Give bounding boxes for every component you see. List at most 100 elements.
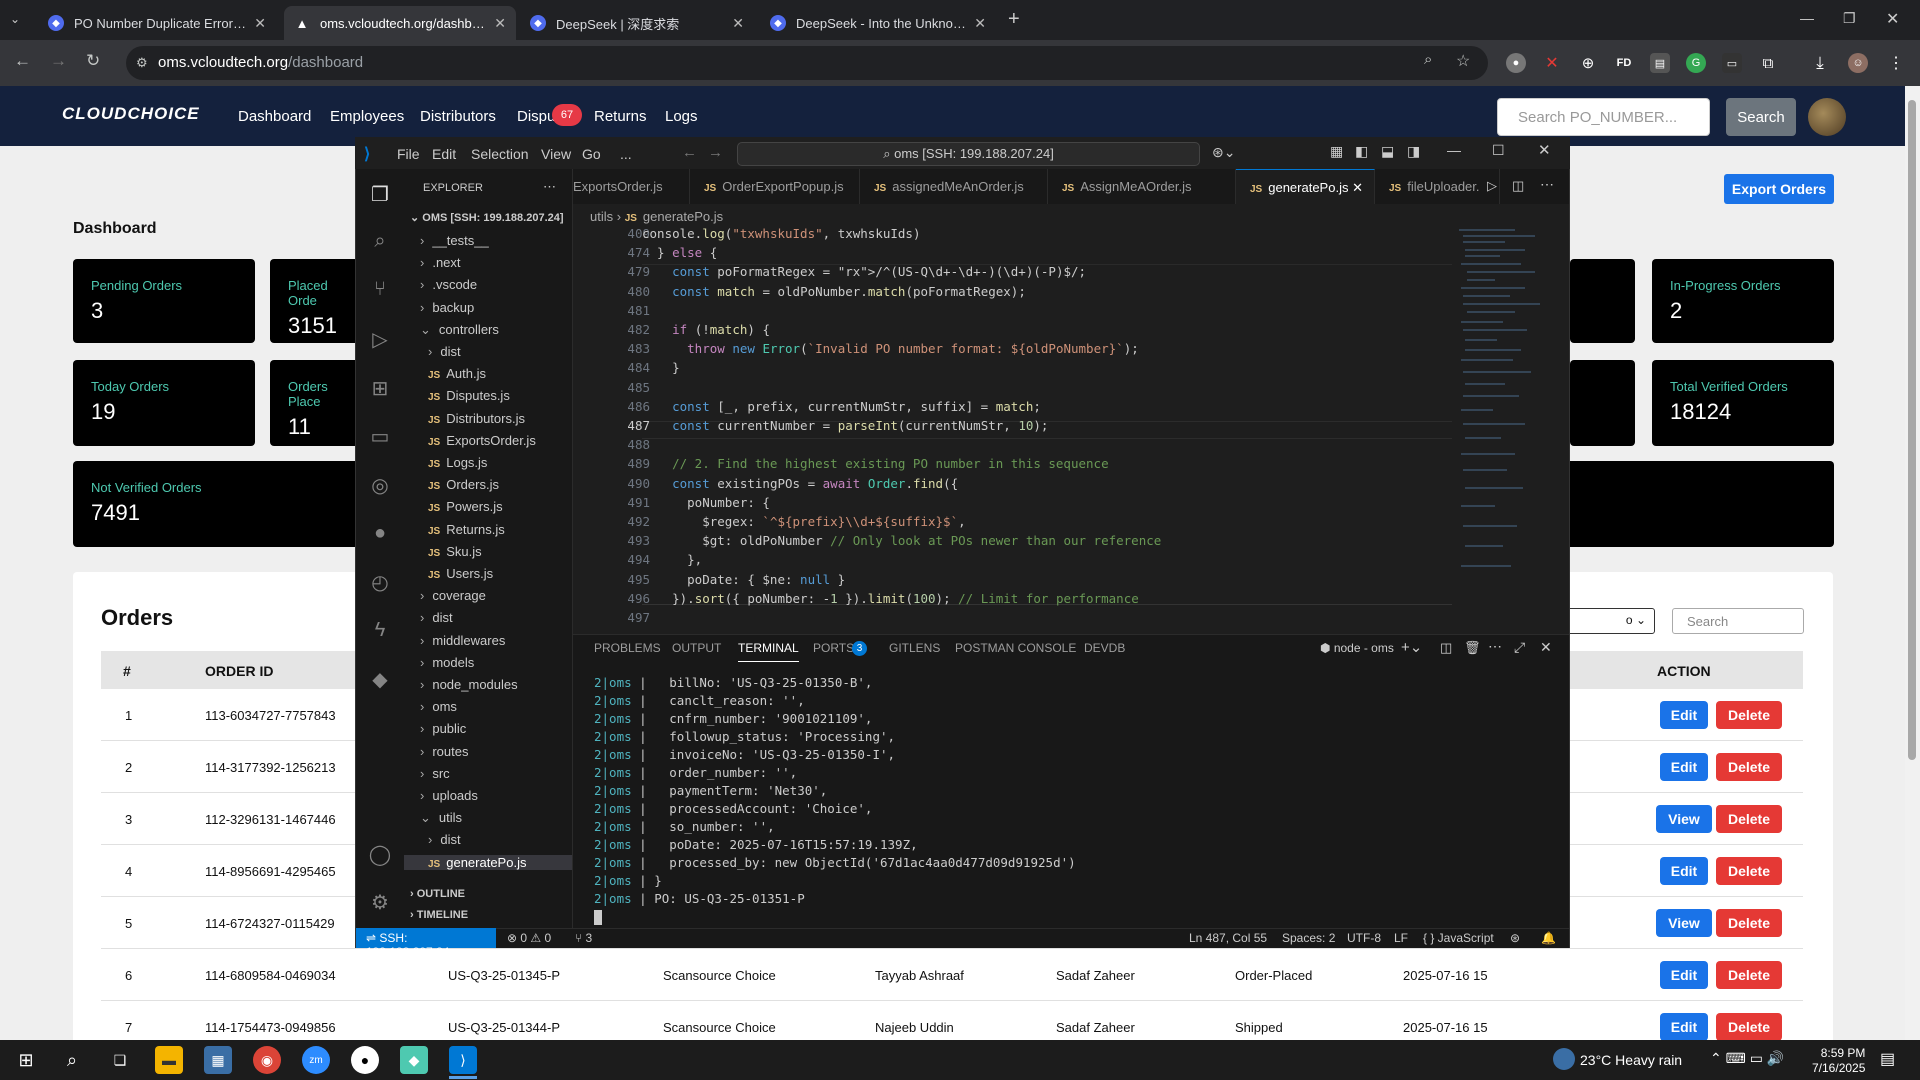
language-mode[interactable]: { } JavaScript [1423,931,1494,945]
folder-item[interactable]: ⌄ utils [420,810,462,826]
split-terminal-icon[interactable]: ◫ [1440,640,1452,656]
editor-tab[interactable]: JS assignedMeAnOrder.js [860,169,1048,204]
editor-tab[interactable]: JS fileUploader. [1375,169,1500,204]
browser-tab[interactable]: ◆ PO Number Duplicate Error Exp ✕ [38,6,276,40]
file-item[interactable]: JS Returns.js [428,522,505,537]
minimap[interactable] [1455,226,1555,631]
panel-tab-problems[interactable]: PROBLEMS [594,641,661,655]
code-line[interactable]: }, [642,552,702,567]
code-line[interactable]: }).sort({ poNumber: -1 }).limit(100); //… [642,591,1139,606]
view-button[interactable]: View [1656,909,1712,937]
folder-item[interactable]: › public [420,721,466,736]
menu-selection[interactable]: Selection [471,146,529,162]
nav-disputes[interactable]: Dispu [517,108,555,125]
editor-tab[interactable]: ExportsOrder.js [573,169,690,204]
workspace-root[interactable]: ⌄ OMS [SSH: 199.188.207.24] [410,211,564,224]
code-line[interactable]: console.log("txwhskuIds", txwhskuIds) [642,226,920,241]
menu-view[interactable]: View [541,146,571,162]
ports-indicator[interactable]: ⑂ 3 [575,931,592,945]
nav-returns[interactable]: Returns [594,108,647,125]
search-button[interactable]: Search [1726,98,1796,136]
tab-close-icon[interactable]: ✕ [494,15,506,32]
split-editor-icon[interactable]: ◫ [1512,178,1524,194]
menu-file[interactable]: File [397,146,420,162]
edit-button[interactable]: Edit [1660,1013,1708,1041]
postman-icon[interactable]: ● [368,522,392,546]
notifications-bell-icon[interactable]: 🔔 [1541,931,1556,945]
folder-item[interactable]: › src [420,766,450,781]
manage-gear-icon[interactable]: ⚙ [368,890,392,914]
gitlens-icon[interactable]: ◎ [368,473,392,497]
file-item[interactable]: JS Orders.js [428,477,499,492]
close-window-icon[interactable]: ✕ [1886,9,1899,29]
search-icon[interactable]: ⌕ [368,230,392,254]
file-item[interactable]: JS Disputes.js [428,388,510,403]
file-item[interactable]: JS Auth.js [428,366,486,381]
code-line[interactable]: const match = oldPoNumber.match(poFormat… [642,284,1026,299]
code-line[interactable]: } [642,360,680,375]
code-line[interactable]: poNumber: { [642,495,770,510]
timeline-icon[interactable]: ◴ [368,570,392,594]
breadcrumb[interactable]: utils › JS generatePo.js [590,209,723,224]
code-line[interactable]: $regex: `^${prefix}\\d+${suffix}$`, [642,514,965,529]
code-line[interactable]: // 2. Find the highest existing PO numbe… [642,456,1109,471]
remote-explorer-icon[interactable]: ▭ [368,424,392,448]
edit-button[interactable]: Edit [1660,701,1708,729]
editor-tab[interactable]: JS generatePo.js ✕ [1236,169,1375,204]
po-search-input[interactable]: Search PO_NUMBER... [1497,98,1710,136]
vscode-taskbar-icon[interactable]: ⟩ [449,1046,477,1074]
folder-item[interactable]: › __tests__ [420,233,489,248]
code-line[interactable]: const currentNumber = parseInt(currentNu… [642,418,1048,433]
accounts-icon[interactable]: ◯ [368,842,392,866]
tab-close-icon[interactable]: ✕ [254,15,266,32]
copilot-icon[interactable]: ⊛⌄ [1212,144,1235,161]
toggle-secondary-sidebar-icon[interactable]: ◨ [1407,143,1420,160]
code-line[interactable]: poDate: { $ne: null } [642,572,845,587]
terminal-instance[interactable]: ⬢ node - oms [1320,641,1394,655]
download-icon[interactable]: ⤓ [1810,53,1830,73]
nav-distributors[interactable]: Distributors [420,108,496,125]
stat-card-today[interactable]: Today Orders 19 [73,360,255,446]
remote-ssh-indicator[interactable]: ⇌ SSH: 199.188.207.24 [356,928,496,959]
panel-tab-postman-console[interactable]: POSTMAN CONSOLE [955,641,1076,655]
delete-button[interactable]: Delete [1716,701,1782,729]
nav-forward-icon[interactable]: → [708,144,723,161]
start-windows-icon[interactable]: ⊞ [12,1046,40,1074]
forward-icon[interactable]: → [50,51,67,71]
taskbar-search-icon[interactable]: ⌕ [58,1046,86,1074]
code-line[interactable]: const poFormatRegex = "rx">/^(US-Q\d+-\d… [642,264,1086,279]
orders-filter-select[interactable]: o ⌄ [1560,608,1655,634]
panel-more-icon[interactable]: ⋯ [1488,638,1502,655]
run-file-icon[interactable]: ▷ [1487,178,1497,194]
extension-close-icon[interactable]: ✕ [1542,53,1562,73]
task-view-icon[interactable]: ❏ [106,1046,134,1074]
folder-item[interactable]: › middlewares [420,633,505,648]
folder-item[interactable]: › .vscode [420,277,477,292]
run-debug-icon[interactable]: ▷ [368,327,392,351]
nav-back-icon[interactable]: ← [682,144,697,161]
folder-item[interactable]: › dist [428,832,461,847]
nav-dashboard[interactable]: Dashboard [238,108,311,125]
tab-search-icon[interactable]: ⌄ [10,12,20,26]
explorer-more-icon[interactable]: ⋯ [543,179,556,195]
indentation[interactable]: Spaces: 2 [1282,931,1335,945]
maximize-panel-icon[interactable]: ⤢ [1514,639,1525,656]
store-icon[interactable]: ▦ [204,1046,232,1074]
encoding[interactable]: UTF-8 [1347,931,1381,945]
orders-search-input[interactable]: Search [1672,608,1804,634]
file-item[interactable]: JS Logs.js [428,455,487,470]
bookmark-star-icon[interactable]: ☆ [1456,51,1470,71]
user-avatar[interactable] [1808,98,1846,136]
folder-item[interactable]: › models [420,655,474,670]
explorer-icon[interactable]: ❐ [368,182,392,206]
fd-extension-icon[interactable]: FD [1614,53,1634,73]
edit-button[interactable]: Edit [1660,753,1708,781]
command-center[interactable]: ⌕ oms [SSH: 199.188.207.24] [737,142,1200,166]
site-info-icon[interactable]: ⚙ [136,55,148,71]
folder-item[interactable]: › coverage [420,588,486,603]
editor-more-icon[interactable]: ⋯ [1540,176,1554,193]
edit-button[interactable]: Edit [1660,857,1708,885]
system-clock[interactable]: 8:59 PM 7/16/2025 [1812,1046,1865,1076]
weather-icon[interactable] [1553,1048,1575,1070]
menu-edit[interactable]: Edit [432,146,456,162]
